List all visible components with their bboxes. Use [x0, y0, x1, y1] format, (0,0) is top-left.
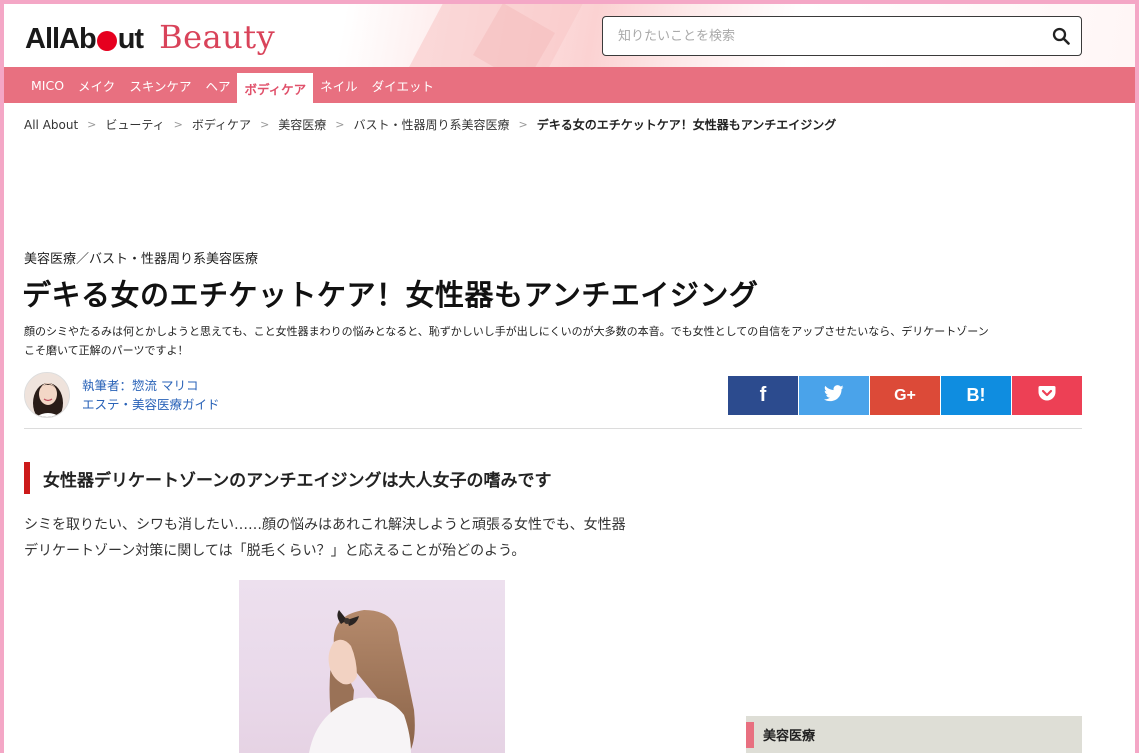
share-buttons: f G+ B!	[728, 376, 1083, 415]
logo-dot-icon	[96, 30, 117, 51]
breadcrumb-separator: >	[518, 118, 528, 131]
sidebar-box-title: 美容医療	[763, 729, 816, 744]
nav-item-diet[interactable]: ダイエット	[365, 67, 441, 103]
sidebar-category-box[interactable]: 美容医療	[746, 716, 1082, 753]
site-header: AllAb ut Beauty	[4, 4, 1135, 67]
breadcrumb-separator: >	[173, 118, 183, 131]
article-lead: 顔のシミやたるみは何とかしようと思えても、こと女性器まわりの悩みとなると、恥ずか…	[24, 322, 1084, 360]
google-plus-icon: G+	[894, 386, 916, 404]
breadcrumb-separator: >	[335, 118, 345, 131]
search-box	[602, 16, 1082, 56]
article-lead-line: 顔のシミやたるみは何とかしようと思えても、こと女性器まわりの悩みとなると、恥ずか…	[24, 325, 989, 338]
breadcrumb: All About > ビューティ > ボディケア > 美容医療 > バスト・性…	[24, 116, 836, 133]
author-text: 執筆者：惣流 マリコ エステ・美容医療ガイド	[82, 376, 220, 414]
nav-item-makeup[interactable]: メイク	[71, 67, 122, 103]
article-category: 美容医療／バスト・性器周り系美容医療	[24, 252, 259, 267]
breadcrumb-current: デキる女のエチケットケア！女性器もアンチエイジング	[536, 118, 837, 132]
logo-beauty: Beauty	[159, 18, 276, 56]
author-role-link[interactable]: エステ・美容医療ガイド	[82, 395, 220, 414]
avatar[interactable]	[24, 372, 70, 418]
facebook-share-button[interactable]: f	[728, 376, 798, 415]
sidebar-accent-bar	[746, 721, 754, 748]
hatena-bookmark-share-button[interactable]: B!	[941, 376, 1011, 415]
twitter-icon	[823, 384, 844, 407]
article-paragraph: シミを取りたい、シワも消したい……顔の悩みはあれこれ解決しようと頑張る女性でも、…	[24, 512, 724, 564]
breadcrumb-separator: >	[260, 118, 270, 131]
nav-item-skincare[interactable]: スキンケア	[122, 67, 198, 103]
pocket-share-button[interactable]	[1012, 376, 1082, 415]
twitter-share-button[interactable]	[799, 376, 869, 415]
breadcrumb-link[interactable]: 美容医療	[278, 116, 326, 133]
section-heading: 女性器デリケートゾーンのアンチエイジングは大人女子の嗜みです	[24, 462, 551, 494]
breadcrumb-link[interactable]: ビューティ	[105, 116, 164, 133]
breadcrumb-separator: >	[87, 118, 97, 131]
hatena-bookmark-icon: B!	[966, 385, 986, 405]
divider	[24, 428, 1082, 429]
article-photo	[239, 580, 505, 753]
logo-allabout: AllAb ut	[25, 23, 144, 55]
breadcrumb-link[interactable]: All About	[24, 118, 78, 132]
article-paragraph-line: デリケートゾーン対策に関しては「脱毛くらい？」と応えることが殆どのよう。	[24, 543, 526, 559]
search-icon[interactable]	[1041, 17, 1081, 55]
breadcrumb-link[interactable]: ボディケア	[192, 116, 251, 133]
breadcrumb-link[interactable]: バスト・性器周り系美容医療	[354, 116, 510, 133]
author-info: 執筆者：惣流 マリコ エステ・美容医療ガイド	[24, 372, 220, 418]
nav-item-hair[interactable]: ヘア	[198, 67, 237, 103]
facebook-icon: f	[759, 384, 767, 406]
category-nav: MICO メイク スキンケア ヘア ボディケア ネイル ダイエット	[4, 67, 1135, 103]
nav-item-mico[interactable]: MICO	[24, 67, 71, 103]
site-logo[interactable]: AllAb ut Beauty	[25, 18, 275, 58]
google-plus-share-button[interactable]: G+	[870, 376, 940, 415]
nav-item-bodycare[interactable]: ボディケア	[237, 73, 314, 103]
page-title: デキる女のエチケットケア！女性器もアンチエイジング	[22, 278, 759, 312]
article-paragraph-line: シミを取りたい、シワも消したい……顔の悩みはあれこれ解決しようと頑張る女性でも、…	[24, 517, 626, 533]
author-name-link[interactable]: 執筆者：惣流 マリコ	[82, 376, 220, 395]
search-input[interactable]	[603, 17, 1041, 55]
nav-item-nail[interactable]: ネイル	[313, 67, 365, 103]
pocket-icon	[1038, 385, 1056, 406]
article-lead-line: こそ磨いて正解のパーツですよ！	[24, 344, 189, 357]
